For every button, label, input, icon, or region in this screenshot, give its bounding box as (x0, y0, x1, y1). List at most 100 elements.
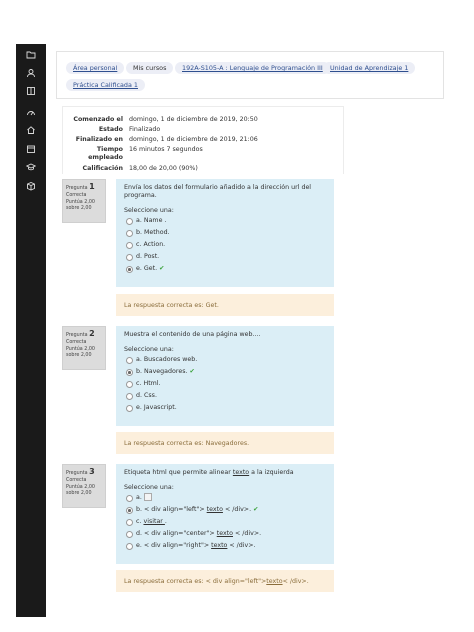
option-label: d. < div align="center"> (136, 530, 217, 537)
summary-value: domingo, 1 de diciembre de 2019, 21:06 (129, 136, 258, 143)
feedback-link[interactable]: texto (266, 578, 282, 585)
answer-option[interactable]: c. Html. (124, 378, 326, 390)
radio-button[interactable] (126, 531, 133, 538)
breadcrumb-item-course[interactable]: 192A-S105-A : Lenguaje de Programación I… (175, 62, 330, 74)
question-info: Pregunta 2 Correcta Puntúa 2,00 sobre 2,… (62, 326, 106, 370)
dashboard-icon[interactable] (16, 106, 46, 120)
radio-button[interactable] (126, 543, 133, 550)
question-content: Etiqueta html que permite alinear texto … (116, 464, 334, 564)
feedback-text: < /div>. (282, 577, 309, 585)
option-label: a. Name . (136, 217, 167, 224)
question-label: Pregunta (66, 333, 88, 338)
option-label: e. Get. (136, 265, 158, 272)
breadcrumb: Área personal Mis cursos 192A-S105-A : L… (56, 51, 444, 99)
summary-label: Tiempo empleado (88, 146, 123, 161)
question-text-link[interactable]: texto (233, 469, 249, 476)
breadcrumb-item-mis-cursos[interactable]: Mis cursos (126, 62, 174, 74)
radio-button[interactable] (126, 357, 133, 364)
question-label: Pregunta (66, 186, 88, 191)
answer-option[interactable]: a. (124, 492, 326, 504)
option-link[interactable]: texto (211, 542, 227, 549)
question-feedback: La respuesta correcta es: Navegadores. (116, 432, 334, 454)
answer-prompt: Seleccione una: (124, 484, 174, 491)
question-number: 3 (89, 467, 95, 476)
answer-option[interactable]: b. < div align="left"> texto < /div>. ✔ (124, 504, 326, 516)
attempt-summary: Comenzado el domingo, 1 de diciembre de … (62, 106, 344, 174)
option-label: a. (136, 494, 144, 501)
breadcrumb-item-quiz[interactable]: Práctica Calificada 1 (66, 79, 145, 91)
question-status: Correcta (66, 478, 87, 483)
book-icon[interactable] (16, 84, 46, 98)
answer-option[interactable]: e. Javascript. (124, 402, 326, 414)
answer-option[interactable]: b. Method. (124, 227, 326, 239)
breadcrumb-item-unit[interactable]: Unidad de Aprendizaje 1 (323, 62, 416, 74)
option-label: b. Navegadores. (136, 368, 188, 375)
radio-button[interactable] (126, 519, 133, 526)
summary-value: 18,00 de 20,00 (90%) (129, 165, 198, 172)
radio-button[interactable] (126, 254, 133, 261)
summary-label: Estado (98, 126, 123, 133)
answer-option[interactable]: b. Navegadores. ✔ (124, 366, 326, 378)
radio-button[interactable] (126, 381, 133, 388)
radio-button[interactable] (126, 393, 133, 400)
answer-prompt: Seleccione una: (124, 207, 174, 214)
graduation-cap-icon[interactable] (16, 160, 46, 174)
radio-button-checked[interactable] (126, 266, 133, 273)
question-info: Pregunta 1 Correcta Puntúa 2,00 sobre 2,… (62, 179, 106, 223)
calendar-icon[interactable] (16, 142, 46, 156)
option-link[interactable]: texto (217, 530, 233, 537)
feedback-text: La respuesta correcta es: < div align="l… (124, 577, 267, 585)
answer-option[interactable]: a. Name . (124, 215, 326, 227)
box-icon[interactable] (16, 179, 46, 193)
option-label: . (164, 518, 167, 525)
answer-option[interactable]: d. Css. (124, 390, 326, 402)
radio-button[interactable] (126, 218, 133, 225)
summary-label: Finalizado en (75, 136, 123, 143)
option-link[interactable]: visitar (143, 518, 164, 525)
question-text: Etiqueta html que permite alinear texto … (124, 469, 326, 477)
home-icon[interactable] (16, 123, 46, 137)
question-score: Puntúa 2,00 sobre 2,00 (66, 485, 95, 496)
correct-check-icon: ✔ (189, 368, 195, 375)
radio-button[interactable] (126, 495, 133, 502)
option-label: c. Action. (136, 241, 166, 248)
question-text: Envía los datos del formulario añadido a… (124, 184, 312, 199)
option-label: b. < div align="left"> (136, 506, 207, 513)
radio-button[interactable] (126, 230, 133, 237)
folder-icon[interactable] (16, 48, 46, 62)
option-label: < /div>. (222, 506, 252, 513)
answer-option[interactable]: d. Post. (124, 251, 326, 263)
question-text: Muestra el contenido de una página web..… (124, 331, 261, 338)
option-label: e. < div align="right"> (136, 542, 212, 549)
question-content: Muestra el contenido de una página web..… (116, 326, 334, 426)
answer-option[interactable]: c. visitar . (124, 516, 326, 528)
correct-check-icon: ✔ (159, 265, 165, 272)
radio-button[interactable] (126, 242, 133, 249)
answer-option[interactable]: e. < div align="right"> texto < /div>. (124, 540, 326, 552)
answer-option[interactable]: a. Buscadores web. (124, 354, 326, 366)
breadcrumb-item-area-personal[interactable]: Área personal (66, 62, 125, 74)
left-sidebar (16, 44, 46, 617)
option-label: c. Html. (136, 380, 161, 387)
radio-button[interactable] (126, 405, 133, 412)
question-number: 1 (89, 182, 95, 191)
question-number: 2 (89, 329, 95, 338)
radio-button-checked[interactable] (126, 507, 133, 514)
option-label: d. Css. (136, 392, 157, 399)
summary-value: domingo, 1 de diciembre de 2019, 20:50 (129, 116, 258, 123)
question-feedback: La respuesta correcta es: Get. (116, 294, 334, 316)
radio-button-checked[interactable] (126, 369, 133, 376)
question-score: Puntúa 2,00 sobre 2,00 (66, 200, 95, 211)
option-label: e. Javascript. (136, 404, 177, 411)
user-badge-icon[interactable] (16, 66, 46, 80)
answer-option[interactable]: e. Get. ✔ (124, 263, 326, 275)
answer-option[interactable]: c. Action. (124, 239, 326, 251)
question-text-part: a la izquierda (249, 469, 294, 476)
question-score: Puntúa 2,00 sobre 2,00 (66, 347, 95, 358)
question-status: Correcta (66, 193, 87, 198)
answer-prompt: Seleccione una: (124, 346, 174, 353)
option-link[interactable]: texto (207, 506, 223, 513)
answer-option[interactable]: d. < div align="center"> texto < /div>. (124, 528, 326, 540)
option-label: d. Post. (136, 253, 160, 260)
summary-label: Comenzado el (73, 116, 123, 123)
